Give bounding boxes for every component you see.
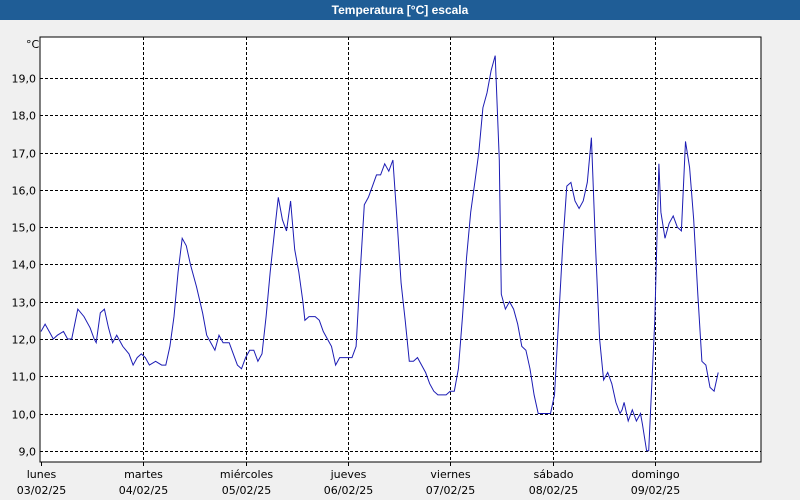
plot-area — [39, 36, 762, 463]
x-tick-date-label: 07/02/25 — [426, 484, 475, 497]
x-tick-day-label: martes — [124, 468, 163, 481]
y-tick-label: 19,0 — [12, 73, 37, 86]
x-tick-date-label: 06/02/25 — [324, 484, 373, 497]
y-tick-label: 10,0 — [12, 409, 37, 422]
y-tick-label: 15,0 — [12, 222, 37, 235]
x-tick-day-label: sábado — [534, 468, 574, 481]
y-tick-label: 13,0 — [12, 297, 37, 310]
x-tick-day-label: lunes — [27, 468, 57, 481]
x-tick-day-label: miércoles — [220, 468, 273, 481]
y-axis-ticks: 9,0 10,0 11,0 12,0 13,0 14,0 15,0 16,0 17,0 18,0 1… — [12, 73, 37, 459]
y-tick-label: 14,0 — [12, 259, 37, 272]
x-tick-day-label: viernes — [430, 468, 470, 481]
y-tick-label: 17,0 — [12, 148, 37, 161]
x-tick-date-label: 05/02/25 — [222, 484, 271, 497]
y-tick-label: 9,0 — [19, 446, 37, 459]
x-tick-date-label: 04/02/25 — [119, 484, 168, 497]
y-tick-label: 16,0 — [12, 185, 37, 198]
x-tick-date-label: 03/02/25 — [17, 484, 66, 497]
y-tick-label: 18,0 — [12, 110, 37, 123]
x-tick-day-label: jueves — [330, 468, 367, 481]
y-tick-label: 12,0 — [12, 334, 37, 347]
temperature-line-chart: 9,0 10,0 11,0 12,0 13,0 14,0 15,0 16,0 17,0 18,0 1… — [12, 36, 762, 497]
x-tick-day-label: domingo — [631, 468, 679, 481]
x-tick-date-label: 09/02/25 — [631, 484, 680, 497]
x-tick-date-label: 08/02/25 — [529, 484, 578, 497]
x-axis-ticks: lunes 03/02/25 martes 04/02/25 miércoles 05/0… — [17, 462, 680, 497]
y-tick-label: 11,0 — [12, 371, 37, 384]
y-axis-unit-label: °C — [26, 38, 40, 51]
